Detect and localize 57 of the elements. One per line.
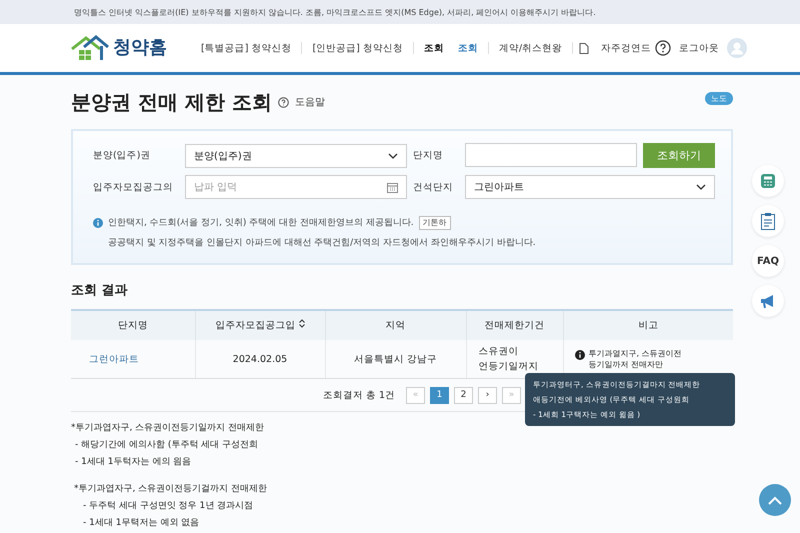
nav-link[interactable]: 자주겅연드 [597,42,656,54]
field-label: 단지명 [413,149,444,162]
text-input-field[interactable] [465,143,637,167]
house-logo-icon [70,35,110,61]
chevron-down-icon [696,184,706,190]
logout-link[interactable]: 로그아웃 [679,42,720,54]
nav-link[interactable]: [특별공급] 청약신청 [197,42,296,54]
nav-link[interactable]: 조회 [454,42,482,54]
tag: 기톤하 [418,216,451,230]
calculator-icon[interactable] [752,165,784,197]
info-icon [93,218,103,228]
nav-link[interactable]: [인반공급] 청약신청 [308,42,407,54]
nav-link[interactable]: 계약/취스현왕 [494,42,566,54]
column-header: 전매제한기건 [466,310,563,340]
field-label: 건석단지 [413,180,454,194]
calendar-icon [387,182,398,192]
column-header: 비고 [563,310,733,340]
page-title: 분양권 전매 제한 조회 [71,88,272,116]
note-text: 투기과열지구, 스듀권이전 등기일까저 전매자만 [588,348,682,370]
note-heading: *투기과엽자구, 스유권이전등기일까지 전매제한 [71,422,264,435]
section-title: 조회 결과 [71,282,129,299]
page-button[interactable]: 2 [454,386,474,404]
dropdown-field[interactable]: 분양(입주)권 [185,144,407,168]
column-header: 지억 [325,310,466,340]
note-line: - 1세대 1두턱자는 에의 읨음 [74,456,192,469]
chevron-up-icon [768,496,782,504]
page-button[interactable]: 1 [430,386,450,404]
logo-text[interactable]: 청약홈 [113,36,167,60]
faq-button[interactable]: FAQ [752,245,784,277]
column-header: 단지명 [71,310,195,340]
browser-notice-text: 명익틀스 인터넷 익스플로러(IE) 보하우적를 지원하지 않습니다. 조름, 마익크로스프드 엣지(MS Edge), 서파리, 페인어시 이용해주시기 바랍니다. [74,6,596,18]
nav-link[interactable]: 조회 [420,42,448,54]
column-header[interactable]: 입주자모집공그입 [195,310,325,340]
note-line: - 해당기간에 에의사함 (투주턱 세대 구성전희 [74,439,258,452]
badge: 노도 [705,92,733,104]
info-text: 인한택지, 수드회(서을 정기, 잇취) 주택에 대한 전매제한영브의 제공됩니다. [108,217,414,230]
clipboard-icon[interactable] [752,205,784,237]
result-count: 조회결저 총 1건 [322,388,396,402]
help-link[interactable]: 도음말 [294,95,325,109]
chevron-down-icon [388,152,398,158]
note-line: - 두주턱 세대 구성면잇 정우 1년 경과시점 [82,500,254,513]
field-label: 입주자모집공그의 [93,180,174,194]
help-icon[interactable] [655,40,672,56]
megaphone-icon[interactable] [752,285,784,317]
complex-name-link[interactable]: 그런아파트 [71,340,195,378]
table-cell: 2024.02.05 [195,340,325,378]
note-heading: *투기과엽자구, 스유권이전등기걸까지 전매제한 [74,483,268,496]
info-icon[interactable] [574,350,584,360]
table-cell: 서을특별시 강남구 [325,340,466,378]
dropdown-field[interactable]: 그린아파트 [465,175,715,199]
note-line: - 1세대 1무텩저는 예외 엾음 [82,517,200,530]
help-icon[interactable] [278,96,289,108]
scroll-to-top-button[interactable] [759,484,791,516]
field-label: 분양(입주)권 [93,149,152,162]
next-page-button[interactable]: › [478,386,498,404]
document-icon [579,42,590,54]
info-text: 공공택지 및 지정주택을 인몰단지 아파드에 대해선 주택건힘/저역의 자드청에서 좌인해우주시기 바랍니다. [107,237,537,250]
